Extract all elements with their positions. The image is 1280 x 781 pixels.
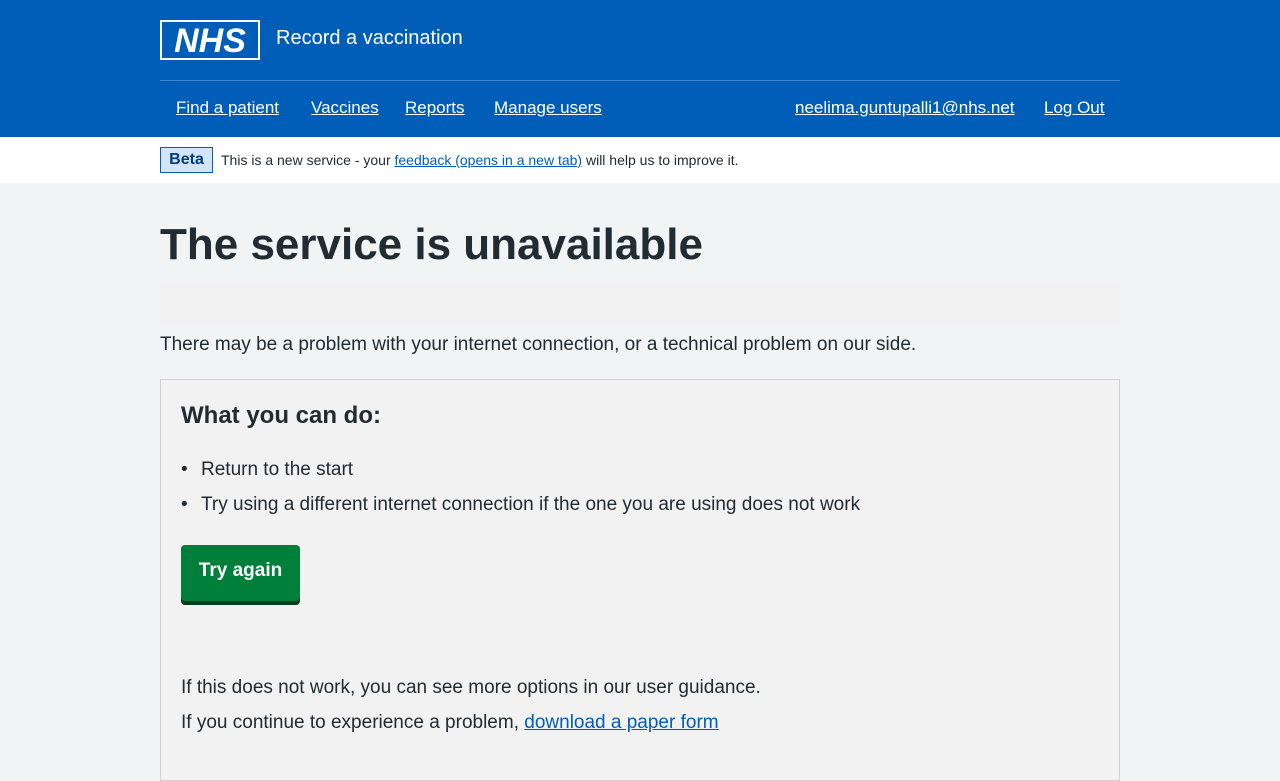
beta-tag: Beta	[160, 147, 213, 173]
panel-heading: What you can do:	[181, 402, 381, 429]
svg-text:NHS: NHS	[174, 22, 246, 60]
nav-user-email[interactable]: neelima.guntupalli1@nhs.net	[795, 97, 1015, 119]
list-item: Return to the start	[181, 456, 860, 484]
options-list: Return to the start Try using a differen…	[181, 456, 860, 526]
guidance-note: If this does not work, you can see more …	[181, 677, 761, 698]
site-header: NHS Record a vaccination Find a patient …	[0, 0, 1280, 137]
what-you-can-do-panel: What you can do: Return to the start Try…	[160, 379, 1120, 781]
nhs-logo-icon: NHS	[160, 20, 260, 60]
nav-reports[interactable]: Reports	[405, 97, 465, 119]
list-item: Try using a different internet connectio…	[181, 491, 860, 519]
nav-vaccines[interactable]: Vaccines	[311, 97, 379, 119]
paper-form-link[interactable]: download a paper form	[524, 712, 718, 733]
title-divider	[160, 283, 1120, 325]
beta-text-after: will help us to improve it.	[582, 152, 739, 168]
primary-navigation: Find a patient Vaccines Reports Manage u…	[160, 80, 1120, 138]
page-title: The service is unavailable	[160, 220, 703, 269]
beta-banner: Beta This is a new service - your feedba…	[0, 137, 1280, 183]
nav-log-out[interactable]: Log Out	[1044, 97, 1105, 119]
main-content: The service is unavailable There may be …	[160, 183, 1120, 781]
try-again-button[interactable]: Try again	[181, 545, 300, 601]
nav-find-a-patient[interactable]: Find a patient	[176, 97, 279, 119]
paper-form-note: If you continue to experience a problem,…	[181, 709, 719, 737]
beta-message: This is a new service - your feedback (o…	[221, 152, 738, 168]
feedback-link[interactable]: feedback (opens in a new tab)	[395, 152, 583, 168]
intro-text: There may be a problem with your interne…	[160, 334, 917, 355]
service-name[interactable]: Record a vaccination	[276, 24, 463, 52]
nhs-logo[interactable]: NHS	[160, 20, 260, 60]
paper-form-note-text: If you continue to experience a problem,	[181, 712, 525, 733]
beta-text-before: This is a new service - your	[221, 152, 395, 168]
nav-manage-users[interactable]: Manage users	[494, 97, 602, 119]
